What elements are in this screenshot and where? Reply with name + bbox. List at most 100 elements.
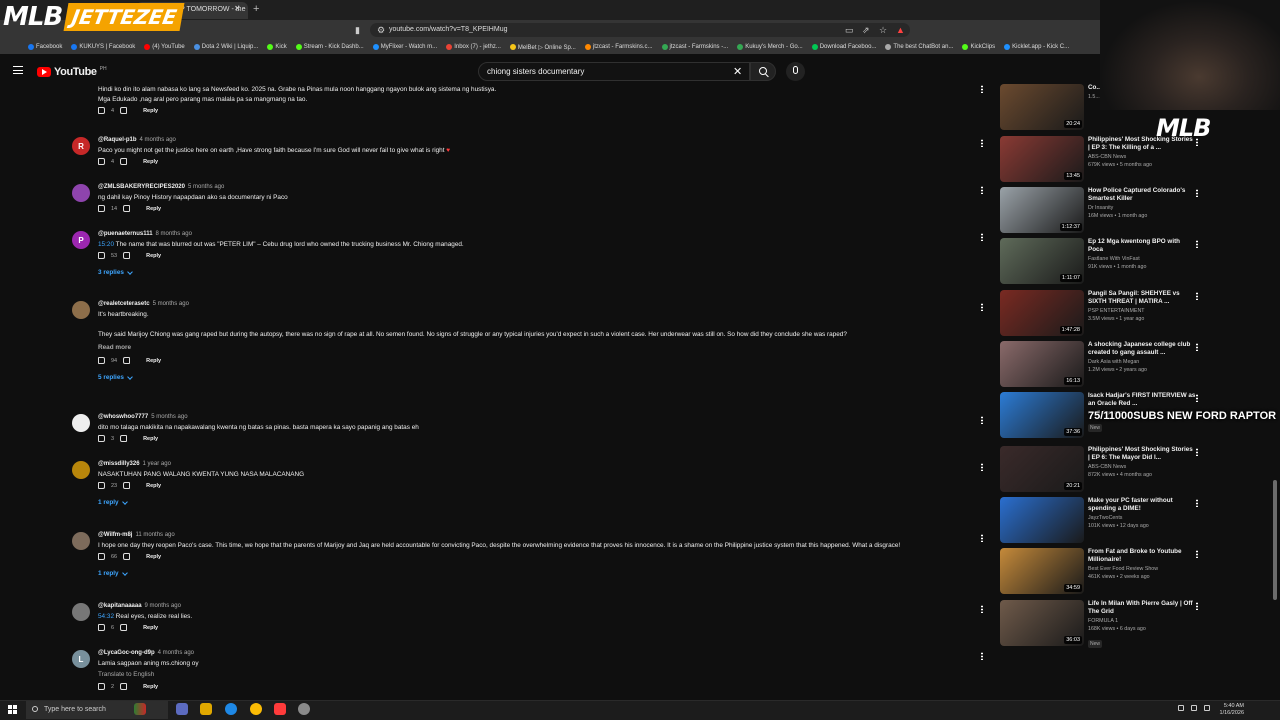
bookmark-item[interactable]: Inbox (7) - jethz... bbox=[446, 44, 501, 50]
video-title[interactable]: Pangil Sa Pangil: SHEHYEE vs SIXTH THREA… bbox=[1088, 290, 1196, 306]
reply-button[interactable]: Reply bbox=[143, 108, 158, 114]
like-icon[interactable] bbox=[98, 205, 105, 212]
search-button[interactable] bbox=[750, 62, 776, 81]
dislike-icon[interactable] bbox=[120, 107, 128, 114]
related-video-item[interactable]: 20:21 Philippines' Most Shocking Stories … bbox=[1000, 446, 1200, 494]
reply-button[interactable]: Reply bbox=[146, 206, 161, 212]
bookmark-item[interactable]: jtzcast - Farmskins -... bbox=[661, 44, 728, 50]
bookmark-item[interactable]: KUKUYS | Facebook bbox=[71, 44, 135, 50]
comment-author[interactable]: @kapitanaaaaa bbox=[98, 603, 142, 609]
like-icon[interactable] bbox=[98, 107, 105, 114]
share-icon[interactable]: ⇗ bbox=[862, 25, 870, 36]
bookmark-item[interactable]: Kukuy's Merch - Go... bbox=[737, 44, 803, 50]
video-channel[interactable]: Dark Asia with Megan bbox=[1088, 359, 1196, 365]
comment-author[interactable]: @missdilly326 bbox=[98, 461, 140, 467]
video-channel[interactable]: JayzTwoCents bbox=[1088, 515, 1196, 521]
timestamp-link[interactable]: 54:32 bbox=[98, 613, 114, 620]
comment-more-icon[interactable] bbox=[981, 605, 983, 613]
comment-time[interactable]: 5 months ago bbox=[153, 301, 189, 307]
new-tab-icon[interactable]: + bbox=[253, 3, 259, 15]
reply-button[interactable]: Reply bbox=[146, 483, 161, 489]
video-more-icon[interactable] bbox=[1196, 602, 1198, 610]
battery-icon[interactable] bbox=[1204, 705, 1210, 711]
like-icon[interactable] bbox=[98, 624, 105, 631]
translate-link[interactable]: Translate to English bbox=[98, 670, 154, 680]
video-channel[interactable]: ABS-CBN News bbox=[1088, 154, 1196, 160]
video-thumbnail[interactable]: 34:59 bbox=[1000, 548, 1084, 594]
bookmark-item[interactable]: Facebook bbox=[28, 44, 62, 50]
comment-time[interactable]: 5 months ago bbox=[188, 184, 224, 190]
related-video-item[interactable]: Make your PC faster without spending a D… bbox=[1000, 497, 1200, 545]
dislike-icon[interactable] bbox=[120, 683, 128, 690]
clear-search-icon[interactable]: ✕ bbox=[733, 65, 742, 78]
video-title[interactable]: Make your PC faster without spending a D… bbox=[1088, 497, 1196, 513]
star-icon[interactable]: ☆ bbox=[879, 25, 887, 36]
like-icon[interactable] bbox=[98, 435, 105, 442]
comment-time[interactable]: 1 year ago bbox=[143, 461, 171, 467]
bookmark-item[interactable]: MelBet ▷ Online Sp... bbox=[509, 44, 576, 51]
comment-more-icon[interactable] bbox=[981, 463, 983, 471]
video-channel[interactable]: Best Ever Food Review Show bbox=[1088, 566, 1196, 572]
comment-author[interactable]: @Wilfm-m8j bbox=[98, 532, 132, 538]
obs-icon[interactable] bbox=[298, 703, 310, 715]
video-title[interactable]: A shocking Japanese college club created… bbox=[1088, 341, 1196, 357]
voice-search-button[interactable] bbox=[786, 62, 805, 81]
comment-more-icon[interactable] bbox=[981, 534, 983, 542]
bookmark-item[interactable]: (4) YouTube bbox=[144, 44, 185, 50]
youtube-logo[interactable]: YouTube PH bbox=[37, 66, 107, 78]
related-video-item[interactable]: 36:03 Life In Milan With Pierre Gasly | O… bbox=[1000, 600, 1200, 648]
related-video-item[interactable]: 1:12:37 How Police Captured Colorado's Sm… bbox=[1000, 187, 1200, 235]
like-icon[interactable] bbox=[98, 482, 105, 489]
reply-button[interactable]: Reply bbox=[143, 159, 158, 165]
chrome-browser-icon[interactable] bbox=[250, 703, 262, 715]
dislike-icon[interactable] bbox=[120, 624, 128, 631]
bookmark-item[interactable]: jtzcast - Farmskins.c... bbox=[584, 44, 653, 50]
comment-author[interactable]: @LycaGoc-ong-d9p bbox=[98, 650, 155, 656]
search-input[interactable]: chiong sisters documentary bbox=[478, 62, 750, 81]
avatar[interactable]: R bbox=[72, 137, 90, 155]
related-video-item[interactable]: 1:47:28 Pangil Sa Pangil: SHEHYEE vs SIXT… bbox=[1000, 290, 1200, 338]
taskbar-task-view-icon[interactable] bbox=[176, 703, 188, 715]
video-thumbnail[interactable]: 13:45 bbox=[1000, 136, 1084, 182]
reply-button[interactable]: Reply bbox=[146, 358, 161, 364]
comment-time[interactable]: 9 months ago bbox=[145, 603, 181, 609]
reply-button[interactable]: Reply bbox=[146, 253, 161, 259]
like-icon[interactable] bbox=[98, 553, 105, 560]
bookmark-item[interactable]: Kicklet.app - Kick C... bbox=[1004, 44, 1069, 50]
reply-button[interactable]: Reply bbox=[143, 684, 158, 690]
taskbar-search-input[interactable]: Type here to search bbox=[26, 701, 168, 719]
dislike-icon[interactable] bbox=[123, 252, 131, 259]
related-video-item[interactable]: 16:13 A shocking Japanese college club cr… bbox=[1000, 341, 1200, 389]
volume-icon[interactable] bbox=[1191, 705, 1197, 711]
comment-author[interactable]: @ZMLSBAKERYRECIPES2020 bbox=[98, 184, 185, 190]
video-thumbnail[interactable]: 1:12:37 bbox=[1000, 187, 1084, 233]
related-video-item[interactable]: 1:11:07 Ep 12 Mga kwentong BPO with Poca F… bbox=[1000, 238, 1200, 286]
taskbar-app-icon[interactable] bbox=[134, 703, 146, 715]
video-channel[interactable]: PSP ENTERTAINMENT bbox=[1088, 308, 1196, 314]
dislike-icon[interactable] bbox=[123, 357, 131, 364]
bookmark-item[interactable]: Kick bbox=[267, 44, 287, 50]
view-replies-button[interactable]: 3 replies bbox=[98, 268, 133, 276]
video-more-icon[interactable] bbox=[1196, 394, 1198, 402]
comment-author[interactable]: @whoswhoo7777 bbox=[98, 414, 148, 420]
bookmark-item[interactable]: The best ChatBot an... bbox=[885, 44, 953, 50]
scrollbar-thumb[interactable] bbox=[1273, 480, 1277, 600]
comment-more-icon[interactable] bbox=[981, 416, 983, 424]
video-more-icon[interactable] bbox=[1196, 550, 1198, 558]
site-info-icon[interactable]: ⚙ bbox=[377, 25, 385, 36]
menu-icon[interactable] bbox=[13, 66, 23, 74]
comment-more-icon[interactable] bbox=[981, 139, 983, 147]
like-icon[interactable] bbox=[98, 158, 105, 165]
reply-button[interactable]: Reply bbox=[143, 436, 158, 442]
avatar[interactable]: L bbox=[72, 650, 90, 668]
network-icon[interactable] bbox=[1178, 705, 1184, 711]
comment-more-icon[interactable] bbox=[981, 233, 983, 241]
file-explorer-icon[interactable] bbox=[200, 703, 212, 715]
avatar[interactable] bbox=[72, 414, 90, 432]
video-thumbnail[interactable]: 20:21 bbox=[1000, 446, 1084, 492]
related-video-item[interactable]: 34:59 From Fat and Broke to Youtube Milli… bbox=[1000, 548, 1200, 596]
scrollbar[interactable] bbox=[1272, 88, 1278, 698]
bookmark-item[interactable]: Download Faceboo... bbox=[811, 44, 876, 50]
comment-time[interactable]: 8 months ago bbox=[156, 231, 192, 237]
bookmark-item[interactable]: MyFlixer - Watch m... bbox=[372, 44, 437, 50]
